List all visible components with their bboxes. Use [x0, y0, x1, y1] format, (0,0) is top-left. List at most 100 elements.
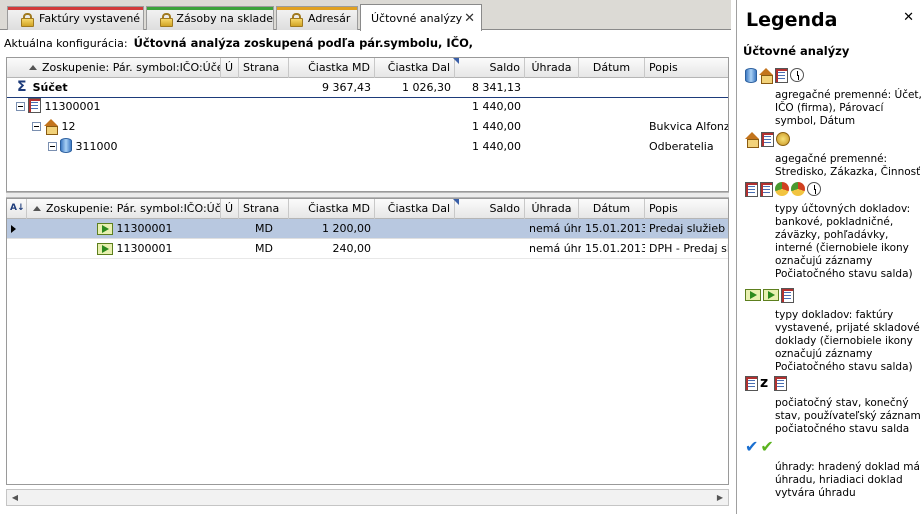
collapse-icon[interactable]: [48, 142, 57, 151]
posting-document-icon: [97, 243, 113, 255]
legend-group-invoices: typy dokladov: faktúry vystavené, prijat…: [745, 287, 922, 374]
cash-document-icon: [760, 181, 773, 197]
stock-document-icon: [781, 287, 794, 303]
activity-icon: [776, 132, 790, 146]
config-value: Účtovná analýza zoskupená podľa pár.symb…: [133, 36, 474, 50]
popis-cell: Bukvica Alfonz: [649, 120, 729, 133]
table-row-selected[interactable]: 11300001 MD 1 200,00 nemá úhra 15.01.201…: [7, 219, 728, 239]
column-header-label: Zoskupenie: Pár. symbol:IČO:Účet: [42, 61, 221, 74]
legend-icons: [745, 287, 922, 303]
summary-grid: Zoskupenie: Pár. symbol:IČO:Účet Ú Stran…: [6, 57, 729, 192]
group-label: 11300001: [44, 100, 101, 113]
group-label: 11300001: [116, 242, 173, 255]
house-icon: [44, 119, 58, 135]
column-header-zoskupenie[interactable]: Zoskupenie: Pár. symbol:IČO:Účet: [7, 58, 221, 78]
table-row[interactable]: 311000 1 440,00 Odberatelia: [7, 137, 728, 157]
app-window: Faktúry vystavené Zásoby na sklade Adres…: [0, 0, 922, 514]
sum-label: Súčet: [32, 81, 68, 94]
sum-saldo: 8 341,13: [472, 81, 521, 94]
column-header-label: Zoskupenie: Pár. symbol:IČO:Účet: [46, 202, 221, 215]
issued-invoice-icon: [745, 289, 761, 301]
column-header-ciastka-dal[interactable]: Čiastka Dal: [375, 58, 455, 78]
tab-stripe: [8, 7, 143, 10]
sort-az-icon[interactable]: A↓: [7, 199, 27, 219]
group-cell: 311000: [44, 137, 224, 157]
group-cell: 11300001: [93, 219, 221, 239]
receivables-icon: [791, 182, 805, 196]
table-row[interactable]: 11300001 MD 240,00 nemá úhra 15.01.2013 …: [7, 239, 728, 259]
column-header-saldo[interactable]: Saldo: [455, 58, 525, 78]
saldo-cell: 1 440,00: [472, 120, 521, 133]
configuration-line: Aktuálna konfigurácia: Účtovná analýza zo…: [4, 36, 473, 50]
posting-document-icon: [97, 223, 113, 235]
tab-adresar[interactable]: Adresár: [276, 6, 358, 30]
tab-label: Adresár: [308, 12, 351, 25]
table-row[interactable]: 11300001 1 440,00: [7, 97, 728, 117]
group-label: 311000: [75, 140, 118, 153]
row-indicator-icon: [11, 225, 16, 233]
column-header-saldo[interactable]: Saldo: [455, 199, 525, 219]
legend-text: typy dokladov: faktúry vystavené, prijat…: [775, 309, 920, 373]
tab-zasoby-na-sklade[interactable]: Zásoby na sklade: [146, 6, 274, 30]
group-cell: 11300001: [12, 97, 212, 117]
sort-ascending-icon: [33, 206, 41, 211]
md-cell: 1 200,00: [322, 222, 371, 235]
column-header-zoskupenie[interactable]: Zoskupenie: Pár. symbol:IČO:Účet: [27, 199, 221, 219]
strana-cell: MD: [255, 242, 273, 255]
internal-document-icon: [807, 182, 821, 196]
collapse-icon[interactable]: [32, 122, 41, 131]
bank-document-icon: [745, 181, 758, 197]
collapse-icon[interactable]: [16, 102, 25, 111]
scroll-right-icon[interactable]: ▶: [712, 490, 728, 505]
sum-md: 9 367,43: [322, 81, 371, 94]
sigma-icon: Σ: [17, 79, 27, 95]
column-header-ciastka-md[interactable]: Čiastka MD: [289, 199, 375, 219]
legend-text: počiatočný stav, konečný stav, používate…: [775, 397, 921, 435]
checkmark-green-icon: ✔: [760, 437, 774, 456]
horizontal-scrollbar[interactable]: ◀ ▶: [6, 489, 729, 506]
table-row[interactable]: 12 1 440,00 Bukvica Alfonz: [7, 117, 728, 137]
column-header-datum[interactable]: Dátum: [579, 199, 645, 219]
lock-icon: [289, 12, 303, 27]
legend-group-aggregation: agregačné premenné: Účet, IČO (firma), P…: [745, 67, 922, 128]
column-header-datum[interactable]: Dátum: [579, 58, 645, 78]
closing-balance-icon: z: [760, 375, 769, 391]
scroll-left-icon[interactable]: ◀: [7, 490, 23, 505]
column-header-u[interactable]: Ú: [221, 199, 239, 219]
legend-icons: [745, 131, 922, 148]
tab-stripe: [147, 7, 273, 10]
column-header-strana[interactable]: Strana: [239, 199, 289, 219]
datum-cell: 15.01.2013: [585, 222, 645, 235]
column-header-ciastka-md[interactable]: Čiastka MD: [289, 58, 375, 78]
tab-label: Zásoby na sklade: [176, 12, 273, 25]
group-label: 11300001: [116, 222, 173, 235]
legend-group-document-types: typy účtovných dokladov: bankové, poklad…: [745, 181, 922, 281]
tab-uctovne-analyzy[interactable]: Účtovné analýzy ✕: [360, 4, 482, 31]
column-header-uhrada[interactable]: Úhrada: [525, 58, 579, 78]
popis-cell: Odberatelia: [649, 140, 714, 153]
legend-group-payments: ✔ ✔ úhrady: hradený doklad má úhradu, hr…: [745, 439, 922, 500]
sum-label-cell: Σ Súčet: [13, 78, 213, 98]
group-label: 12: [61, 120, 76, 133]
clock-icon: [790, 68, 804, 82]
tab-stripe: [277, 7, 357, 10]
document-icon: [775, 67, 788, 83]
column-header-u[interactable]: Ú: [221, 58, 239, 78]
column-header-popis[interactable]: Popis: [645, 58, 728, 78]
uhrada-cell: nemá úhra: [529, 222, 581, 235]
legend-subtitle: Účtovné analýzy: [743, 44, 850, 58]
column-header-popis[interactable]: Popis: [645, 199, 728, 219]
column-header-strana[interactable]: Strana: [239, 58, 289, 78]
strana-cell: MD: [255, 222, 273, 235]
uhrada-cell: nemá úhra: [529, 242, 581, 255]
grid-header: A↓ Zoskupenie: Pár. symbol:IČO:Účet Ú St…: [7, 199, 728, 219]
column-header-ciastka-dal[interactable]: Čiastka Dal: [375, 199, 455, 219]
lock-icon: [20, 12, 34, 27]
close-icon[interactable]: ✕: [903, 10, 914, 25]
sort-ascending-icon: [29, 65, 37, 70]
close-tab-icon[interactable]: ✕: [464, 11, 475, 26]
column-header-uhrada[interactable]: Úhrada: [525, 199, 579, 219]
grid-header: Zoskupenie: Pár. symbol:IČO:Účet Ú Stran…: [7, 58, 728, 78]
saldo-cell: 1 440,00: [472, 100, 521, 113]
tab-faktury-vystavene[interactable]: Faktúry vystavené: [7, 6, 144, 30]
